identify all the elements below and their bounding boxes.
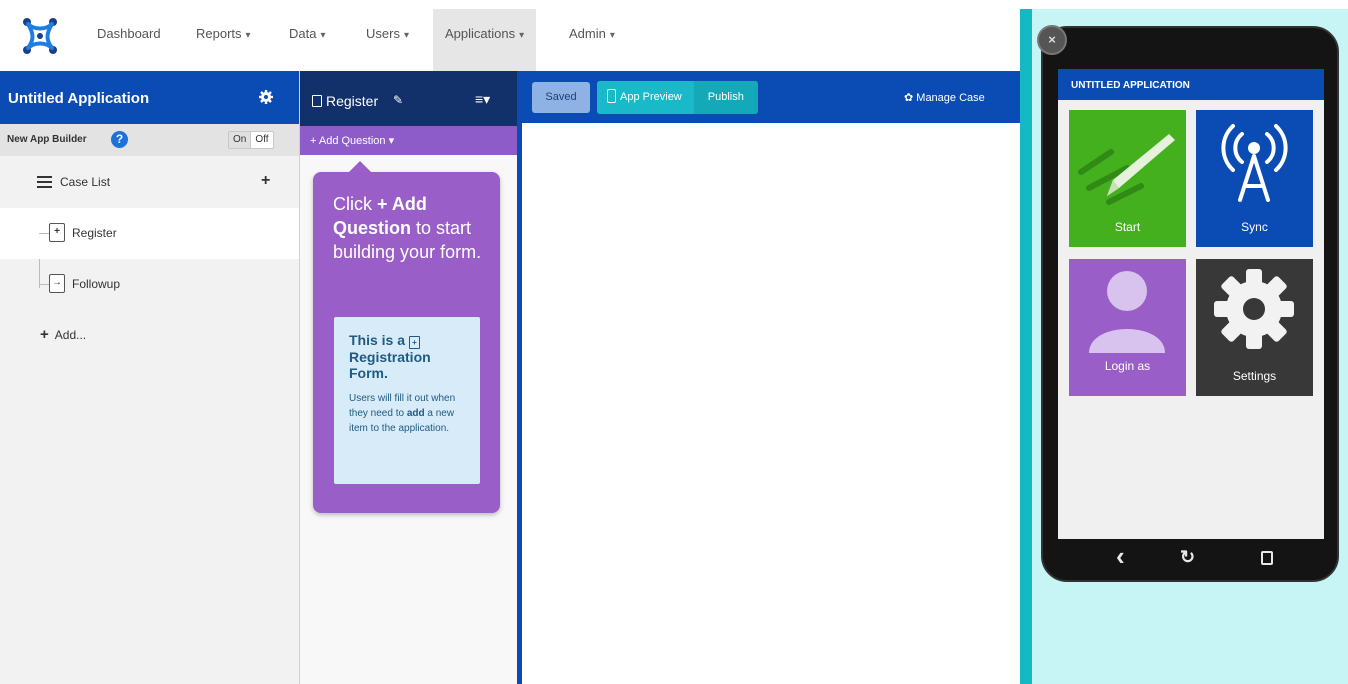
app-header: Untitled Application: [0, 71, 299, 124]
square-icon[interactable]: [1261, 551, 1273, 565]
help-icon[interactable]: ?: [111, 131, 128, 148]
sidebar-item-register[interactable]: + Register: [0, 208, 299, 259]
list-icon: [37, 176, 52, 188]
toggle-off-option[interactable]: Off: [251, 132, 272, 148]
pencil-icon: [1078, 134, 1175, 205]
add-question-popover: Click + Add Question to start building y…: [313, 161, 500, 513]
login-as-label: Login as: [1104, 359, 1151, 373]
info-title: This is a + Registration Form.: [349, 332, 431, 381]
editor-toolbar: Saved App Preview Publish ✿ Manage Case: [522, 71, 1020, 123]
form-name[interactable]: Register: [312, 93, 378, 109]
nav-reports-label: Reports: [196, 26, 242, 41]
gear-icon: [1214, 269, 1294, 349]
toggle-on-option[interactable]: On: [229, 132, 252, 148]
registration-form-icon: +: [408, 336, 420, 349]
sync-label: Sync: [1241, 220, 1268, 234]
nav-applications[interactable]: Applications ▾: [433, 9, 537, 71]
form-panel: Register ✎ ≡▾ + Add Question ▾ Click + A…: [299, 71, 518, 684]
sync-tile[interactable]: Sync: [1196, 110, 1313, 247]
question-canvas[interactable]: [522, 123, 1020, 684]
form-label-register: Register: [72, 226, 117, 240]
saved-button[interactable]: Saved: [532, 82, 590, 113]
tree-branch: [39, 284, 49, 285]
app-title[interactable]: Untitled Application: [8, 90, 149, 107]
nav-admin-label: Admin: [569, 26, 606, 41]
followup-form-icon: →: [49, 274, 65, 293]
manage-case-label: Manage Case: [916, 92, 985, 104]
plus-icon: +: [40, 326, 49, 343]
add-module-button[interactable]: + Add...: [40, 326, 86, 343]
app-sidebar: Untitled Application New App Builder ? O…: [0, 71, 299, 684]
popover-instructions: Click + Add Question to start building y…: [333, 194, 482, 262]
form-editor: Saved App Preview Publish ✿ Manage Case: [517, 71, 1020, 684]
phone-screen: UNTITLED APPLICATION Start Sync Login as…: [1058, 69, 1324, 539]
add-question-button[interactable]: + Add Question ▾: [310, 134, 394, 147]
chevron-down-icon: ▾: [320, 30, 326, 41]
chevron-down-icon: ▾: [609, 30, 615, 41]
user-icon: [1089, 271, 1165, 353]
app-preview-label: App Preview: [620, 91, 682, 103]
start-tile[interactable]: Start: [1069, 110, 1186, 247]
close-preview-button[interactable]: ×: [1037, 25, 1067, 55]
login-as-tile[interactable]: Login as: [1069, 259, 1186, 396]
top-navigation: Dashboard Reports ▾ Data ▾ Users ▾ Applicat…: [0, 0, 1020, 71]
start-label: Start: [1114, 220, 1141, 234]
add-question-bar: + Add Question ▾: [300, 126, 518, 155]
case-list-label: Case List: [60, 175, 111, 189]
form-name-label: Register: [326, 93, 379, 109]
nav-users[interactable]: Users ▾: [366, 26, 409, 41]
form-label-followup: Followup: [72, 277, 121, 291]
chevron-down-icon: ▾: [245, 30, 251, 41]
refresh-icon[interactable]: ↻: [1180, 547, 1195, 568]
manage-case-button[interactable]: ✿ Manage Case: [904, 91, 985, 104]
phone-icon: [607, 89, 616, 103]
nav-dashboard-label: Dashboard: [97, 26, 161, 41]
publish-button[interactable]: Publish: [693, 81, 758, 114]
app-preview-button[interactable]: App Preview: [597, 81, 694, 114]
gear-icon: ✿: [904, 92, 914, 104]
case-list-item[interactable]: Case List +: [0, 156, 299, 208]
nav-applications-label: Applications: [445, 26, 516, 41]
add-form-button[interactable]: +: [261, 172, 270, 190]
registration-info-box: This is a + Registration Form. Users wil…: [334, 317, 480, 484]
phone-app-bar: UNTITLED APPLICATION: [1058, 69, 1324, 100]
phone-navigation-bar: ‹ ↻: [1058, 539, 1324, 579]
popover-arrow: [349, 161, 371, 172]
builder-label: New App Builder: [7, 134, 87, 145]
tree-branch: [39, 233, 49, 234]
logo-icon[interactable]: [20, 16, 60, 56]
form-menu-icon[interactable]: ≡▾: [475, 91, 490, 108]
form-header: Register ✎ ≡▾: [300, 71, 518, 126]
antenna-icon: [1221, 124, 1288, 202]
nav-admin[interactable]: Admin ▾: [569, 26, 615, 41]
chevron-down-icon: ▾: [403, 30, 409, 41]
document-icon: [312, 95, 322, 107]
chevron-down-icon: ▾: [519, 30, 525, 41]
settings-label: Settings: [1232, 369, 1277, 383]
back-icon[interactable]: ‹: [1116, 541, 1125, 572]
gear-icon[interactable]: [258, 89, 274, 105]
info-body: Users will fill it out when they need to…: [349, 393, 456, 434]
new-app-builder-row: New App Builder ? On Off: [0, 124, 299, 156]
preview-button-group: App Preview Publish: [597, 81, 758, 114]
settings-tile[interactable]: Settings: [1196, 259, 1313, 396]
registration-form-icon: +: [49, 223, 65, 242]
sidebar-item-followup[interactable]: → Followup: [0, 259, 299, 310]
nav-data-label: Data: [289, 26, 317, 41]
nav-data[interactable]: Data ▾: [289, 26, 326, 41]
nav-users-label: Users: [366, 26, 400, 41]
pencil-icon[interactable]: ✎: [393, 93, 403, 107]
nav-dashboard[interactable]: Dashboard: [97, 26, 161, 41]
builder-toggle[interactable]: On Off: [228, 131, 274, 149]
nav-reports[interactable]: Reports ▾: [196, 26, 251, 41]
add-label: Add...: [54, 328, 87, 342]
